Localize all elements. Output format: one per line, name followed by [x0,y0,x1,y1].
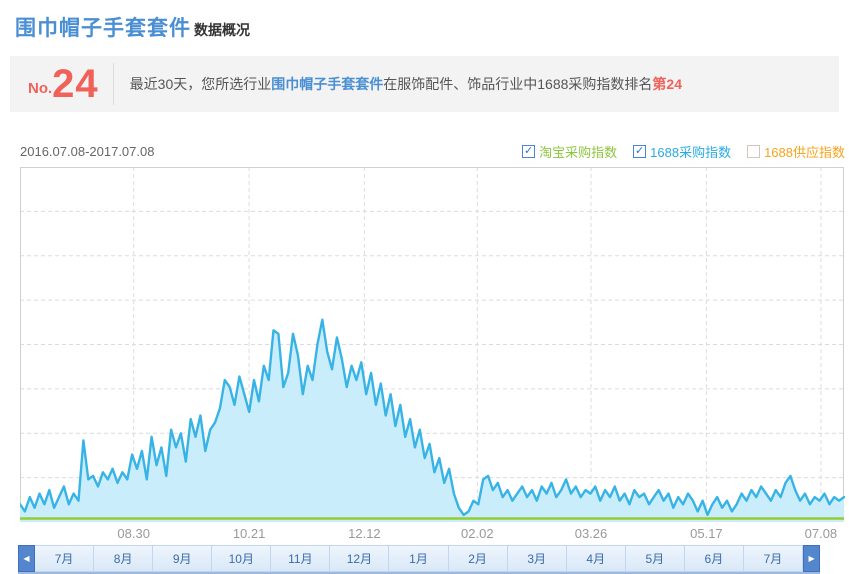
rank-industry-name: 围巾帽子手套套件 [271,76,383,92]
rank-sentence: 最近30天，您所选行业围巾帽子手套套件在服饰配件、饰品行业中1688采购指数排名… [130,74,682,94]
rank-badge: No. 24 [28,64,99,104]
page-header: 围巾帽子手套套件 数据概况 [0,0,849,42]
date-range-label: 2016.07.08-2017.07.08 [20,144,154,159]
rank-number: 24 [52,64,99,104]
month-cell-7b[interactable]: 7月 [744,545,803,572]
legend-label: 1688供应指数 [764,142,845,161]
month-cell-1[interactable]: 1月 [389,545,448,572]
month-bar-container: ◀ 7月 8月 9月 10月 11月 12月 1月 2月 3月 4月 5月 6月… [18,545,820,574]
legend-label: 淘宝采购指数 [539,142,617,161]
rank-text-before: 最近30天，您所选行业 [130,76,272,92]
rank-prefix: No. [28,80,52,104]
area-1688-purchase-index [20,320,844,522]
month-cell-4[interactable]: 4月 [567,545,626,572]
page-title: 围巾帽子手套套件 [15,12,191,42]
trend-chart-svg: 08.30 10.21 12.12 02.02 03.26 05.17 07.08 [20,167,845,542]
divider [113,63,114,105]
legend-item-1688-purchase-index[interactable]: ✓ 1688采购指数 [633,142,731,161]
month-cell-3[interactable]: 3月 [508,545,567,572]
month-cell-6[interactable]: 6月 [685,545,744,572]
prev-month-button[interactable]: ◀ [18,545,35,572]
month-cell-10[interactable]: 10月 [212,545,271,572]
next-month-button[interactable]: ▶ [803,545,820,572]
month-cell-9[interactable]: 9月 [153,545,212,572]
x-axis-tick: 02.02 [461,526,494,541]
rank-summary-box: No. 24 最近30天，您所选行业围巾帽子手套套件在服饰配件、饰品行业中168… [10,56,839,112]
legend-item-1688-supply-index[interactable]: 1688供应指数 [747,142,845,161]
checkbox-1688-purchase-index[interactable]: ✓ [633,145,646,158]
month-cell-11[interactable]: 11月 [271,545,330,572]
legend-label: 1688采购指数 [650,142,731,161]
checkbox-1688-supply-index[interactable] [747,145,760,158]
checkbox-taobao-purchase-index[interactable]: ✓ [522,145,535,158]
chart-legend: ✓ 淘宝采购指数 ✓ 1688采购指数 1688供应指数 [522,142,845,161]
page-subtitle: 数据概况 [194,20,250,40]
month-cell-8[interactable]: 8月 [94,545,153,572]
month-cell-5[interactable]: 5月 [626,545,685,572]
x-axis-tick: 12.12 [348,526,381,541]
month-cell-12[interactable]: 12月 [330,545,389,572]
chart-header: 2016.07.08-2017.07.08 ✓ 淘宝采购指数 ✓ 1688采购指… [20,142,845,161]
x-axis-tick: 07.08 [805,526,838,541]
x-axis-tick: 05.17 [690,526,723,541]
x-axis-tick: 08.30 [117,526,150,541]
x-axis-tick: 03.26 [575,526,608,541]
rank-value: 第24 [652,76,682,92]
month-cell-7[interactable]: 7月 [35,545,94,572]
legend-item-taobao-purchase-index[interactable]: ✓ 淘宝采购指数 [522,142,617,161]
month-bar: ◀ 7月 8月 9月 10月 11月 12月 1月 2月 3月 4月 5月 6月… [18,545,820,572]
x-axis-tick: 10.21 [233,526,266,541]
month-cell-2[interactable]: 2月 [449,545,508,572]
trend-chart: 08.30 10.21 12.12 02.02 03.26 05.17 07.08 [20,167,845,542]
rank-text-middle: 在服饰配件、饰品行业中1688采购指数排名 [383,76,652,92]
